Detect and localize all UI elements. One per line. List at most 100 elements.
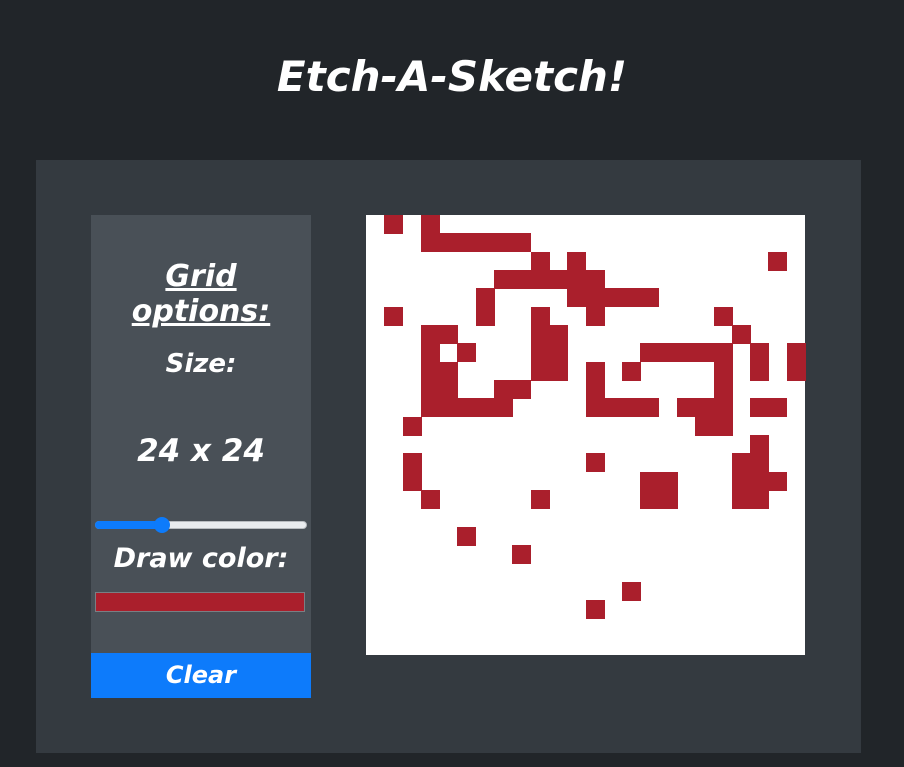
grid-cell-filled[interactable] [475,288,495,308]
grid-cell-filled[interactable] [494,398,514,418]
grid-cell-filled[interactable] [750,453,770,473]
grid-cell-filled[interactable] [548,361,568,381]
grid-cell-filled[interactable] [658,490,678,509]
grid-cell-filled[interactable] [512,233,532,253]
grid-cell-filled[interactable] [713,398,733,418]
grid-cell-filled[interactable] [530,343,550,363]
grid-cell-filled[interactable] [640,490,660,509]
grid-cell-filled[interactable] [713,306,733,326]
grid-cell-filled[interactable] [439,398,459,418]
grid-cell-filled[interactable] [567,251,587,271]
grid-cell-filled[interactable] [622,288,642,308]
grid-cell-filled[interactable] [475,233,495,253]
grid-cell-filled[interactable] [713,361,733,381]
grid-cell-filled[interactable] [530,251,550,271]
grid-cell-filled[interactable] [439,380,459,399]
grid-cell-filled[interactable] [530,306,550,326]
grid-cell-filled[interactable] [622,398,642,418]
clear-button[interactable]: Clear [91,653,311,698]
grid-cell-filled[interactable] [768,398,788,418]
grid-cell-filled[interactable] [768,251,788,271]
grid-cell-filled[interactable] [658,471,678,491]
grid-cell-filled[interactable] [439,325,459,344]
grid-cell-filled[interactable] [676,398,696,418]
grid-cell-filled[interactable] [585,398,605,418]
draw-color-picker[interactable] [95,592,305,612]
grid-cell-filled[interactable] [420,215,440,234]
grid-cell-filled[interactable] [731,453,751,473]
grid-cell-filled[interactable] [750,398,770,418]
grid-cell-filled[interactable] [439,233,459,253]
grid-cell-filled[interactable] [530,490,550,509]
grid-cell-filled[interactable] [713,380,733,399]
grid-cell-filled[interactable] [750,361,770,381]
grid-cell-filled[interactable] [402,416,422,436]
grid-cell-filled[interactable] [695,398,715,418]
grid-cell-filled[interactable] [585,288,605,308]
grid-cell-filled[interactable] [548,325,568,344]
grid-cell-filled[interactable] [622,581,642,601]
grid-cell-filled[interactable] [530,270,550,289]
grid-cell-filled[interactable] [420,361,440,381]
grid-cell-filled[interactable] [603,288,623,308]
grid-cell-filled[interactable] [530,325,550,344]
grid-cell-filled[interactable] [713,416,733,436]
grid-cell-filled[interactable] [585,361,605,381]
grid-cell-filled[interactable] [439,361,459,381]
grid-cell-filled[interactable] [420,398,440,418]
grid-cell-filled[interactable] [494,233,514,253]
grid-cell-filled[interactable] [750,490,770,509]
grid-cell-filled[interactable] [384,306,404,326]
grid-cell-filled[interactable] [585,270,605,289]
grid-cell-filled[interactable] [750,435,770,454]
grid-cell-filled[interactable] [420,490,440,509]
grid-cell-filled[interactable] [475,306,495,326]
grid-cell-filled[interactable] [786,343,806,363]
grid-cell-filled[interactable] [768,471,788,491]
grid-cell-filled[interactable] [548,270,568,289]
grid-cell-filled[interactable] [603,398,623,418]
grid-cell-filled[interactable] [475,398,495,418]
grid-cell-filled[interactable] [384,215,404,234]
grid-cell-filled[interactable] [731,325,751,344]
grid-cell-filled[interactable] [750,343,770,363]
grid-cell-filled[interactable] [512,545,532,564]
grid-cell-filled[interactable] [512,380,532,399]
grid-cell-filled[interactable] [676,343,696,363]
grid-cell-filled[interactable] [548,343,568,363]
grid-cell-filled[interactable] [420,380,440,399]
grid-cell-filled[interactable] [457,526,477,546]
grid-cell-filled[interactable] [731,490,751,509]
grid-cell-filled[interactable] [585,306,605,326]
grid-cell-filled[interactable] [640,398,660,418]
grid-cell-filled[interactable] [640,343,660,363]
grid-cell-filled[interactable] [420,233,440,253]
grid-cell-filled[interactable] [658,343,678,363]
sketch-grid[interactable] [366,215,806,655]
grid-cell-filled[interactable] [786,361,806,381]
grid-cell-filled[interactable] [640,471,660,491]
grid-cell-filled[interactable] [622,361,642,381]
grid-cell-filled[interactable] [695,343,715,363]
grid-cell-filled[interactable] [457,398,477,418]
grid-cell-filled[interactable] [585,600,605,619]
grid-cell-filled[interactable] [567,288,587,308]
grid-cell-filled[interactable] [402,453,422,473]
grid-cell-filled[interactable] [494,380,514,399]
grid-cell-filled[interactable] [402,471,422,491]
grid-size-slider[interactable] [95,517,307,533]
grid-cell-filled[interactable] [750,471,770,491]
grid-cell-filled[interactable] [585,453,605,473]
grid-cell-filled[interactable] [512,270,532,289]
grid-cell-filled[interactable] [713,343,733,363]
grid-cell-filled[interactable] [640,288,660,308]
grid-cell-filled[interactable] [457,233,477,253]
grid-cell-filled[interactable] [731,471,751,491]
grid-cell-filled[interactable] [695,416,715,436]
grid-cell-filled[interactable] [530,361,550,381]
grid-cell-filled[interactable] [420,343,440,363]
slider-thumb[interactable] [154,517,170,533]
grid-cell-filled[interactable] [457,343,477,363]
grid-cell-filled[interactable] [494,270,514,289]
grid-cell-filled[interactable] [585,380,605,399]
